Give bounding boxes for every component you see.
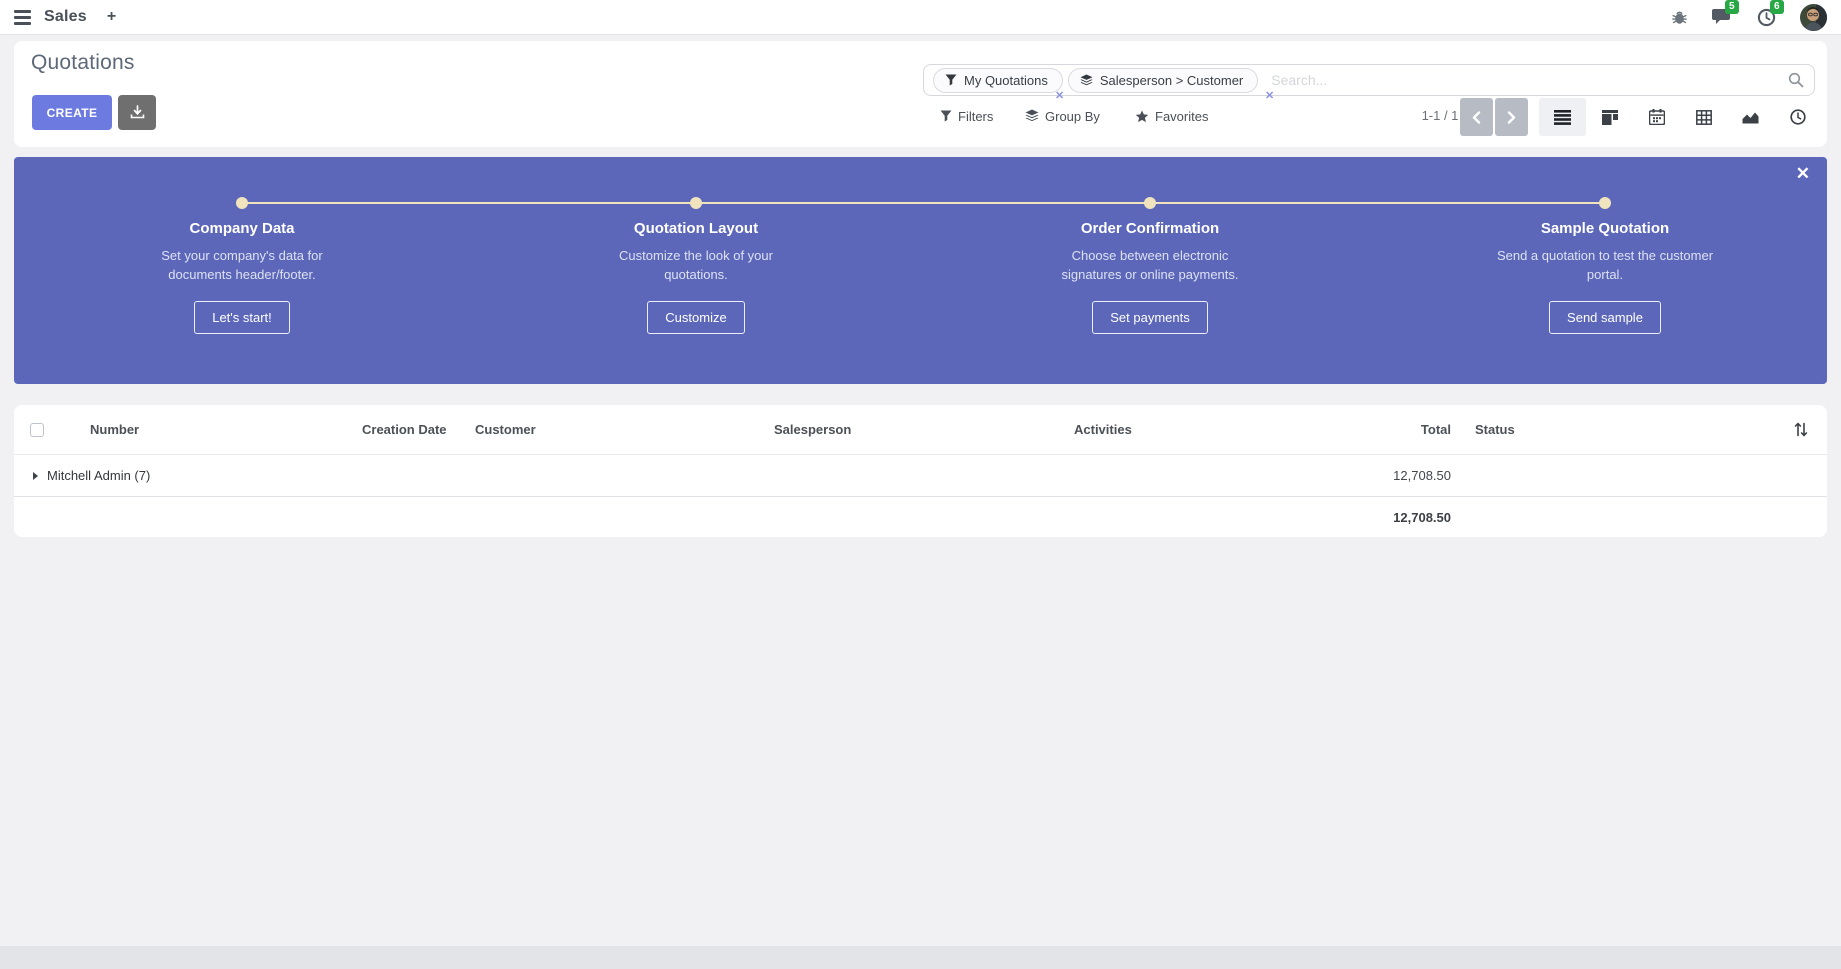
search-input[interactable]: Search... <box>1271 72 1788 88</box>
bottom-strip <box>0 946 1841 969</box>
onboarding-banner: ✕ Company Data Set your company's data f… <box>14 157 1827 384</box>
debug-bug-icon[interactable] <box>1671 9 1688 26</box>
activity-view-button[interactable] <box>1774 98 1821 136</box>
activities-badge: 6 <box>1770 0 1784 14</box>
lets-start-button[interactable]: Let's start! <box>194 301 290 334</box>
select-all-checkbox[interactable] <box>30 423 44 437</box>
column-header-customer[interactable]: Customer <box>475 422 774 437</box>
group-by-label: Group By <box>1045 109 1100 124</box>
star-icon <box>1135 110 1149 123</box>
app-name[interactable]: Sales <box>44 8 87 26</box>
list-header-row: Number Creation Date Customer Salesperso… <box>14 405 1827 455</box>
column-header-activities[interactable]: Activities <box>1074 422 1374 437</box>
top-navbar: Sales + 5 6 <box>0 0 1841 35</box>
customize-button[interactable]: Customize <box>647 301 744 334</box>
quotations-list: Number Creation Date Customer Salesperso… <box>14 405 1827 537</box>
pivot-view-button[interactable] <box>1680 98 1727 136</box>
optional-columns-button[interactable] <box>1775 422 1827 437</box>
search-icon[interactable] <box>1788 72 1804 88</box>
download-icon <box>130 105 145 120</box>
column-header-salesperson[interactable]: Salesperson <box>774 422 1074 437</box>
send-sample-button[interactable]: Send sample <box>1549 301 1661 334</box>
group-row-mitchell-admin[interactable]: Mitchell Admin (7) 12,708.50 <box>14 455 1827 497</box>
search-facet-my-quotations[interactable]: My Quotations <box>933 68 1063 93</box>
favorites-menu[interactable]: Favorites <box>1135 104 1208 128</box>
list-view-button[interactable] <box>1539 98 1586 136</box>
pager-next-button[interactable] <box>1495 98 1528 136</box>
apps-menu-icon[interactable] <box>14 10 31 25</box>
onboarding-step-sample-quotation: Sample Quotation Send a quotation to tes… <box>1465 220 1745 334</box>
graph-view-button[interactable] <box>1727 98 1774 136</box>
facet-label: My Quotations <box>964 73 1048 88</box>
onboarding-step-order-confirmation: Order Confirmation Choose between electr… <box>1010 220 1290 334</box>
group-total: 12,708.50 <box>1374 468 1451 483</box>
step-description: Customize the look of your quotations. <box>586 247 806 285</box>
page-title: Quotations <box>31 51 135 75</box>
group-toggle[interactable]: Mitchell Admin (7) <box>14 468 1374 483</box>
column-header-number[interactable]: Number <box>70 422 362 437</box>
list-footer-row: 12,708.50 <box>14 497 1827 537</box>
step-title: Sample Quotation <box>1465 220 1745 237</box>
step-marker <box>236 197 248 209</box>
filters-label: Filters <box>958 109 993 124</box>
step-title: Company Data <box>102 220 382 237</box>
activities-clock-icon[interactable]: 6 <box>1757 8 1776 27</box>
plus-icon[interactable]: + <box>107 9 116 25</box>
column-header-creation-date[interactable]: Creation Date <box>362 422 475 437</box>
facet-remove-icon[interactable]: ✕ <box>1055 89 1064 102</box>
layers-icon <box>1080 74 1093 87</box>
pager-previous-button[interactable] <box>1460 98 1493 136</box>
filters-menu[interactable]: Filters <box>940 104 993 128</box>
onboarding-progress-line <box>242 202 1605 204</box>
step-marker <box>1144 197 1156 209</box>
step-title: Order Confirmation <box>1010 220 1290 237</box>
onboarding-step-company-data: Company Data Set your company's data for… <box>102 220 382 334</box>
footer-total: 12,708.50 <box>1374 510 1451 525</box>
search-bar[interactable]: My Quotations Salesperson > Customer Sea… <box>923 64 1815 96</box>
messages-badge: 5 <box>1725 0 1739 14</box>
banner-close-icon[interactable]: ✕ <box>1796 165 1810 182</box>
step-title: Quotation Layout <box>556 220 836 237</box>
export-button[interactable] <box>118 95 156 130</box>
facet-remove-icon[interactable]: ✕ <box>1265 89 1274 102</box>
layers-icon <box>1025 109 1039 123</box>
control-panel: Quotations CREATE My Quotations Salesper… <box>14 41 1827 147</box>
step-marker <box>1599 197 1611 209</box>
column-header-total[interactable]: Total <box>1374 422 1451 437</box>
step-description: Choose between electronic signatures or … <box>1040 247 1260 285</box>
sliders-icon <box>1794 422 1808 437</box>
search-facet-groupby[interactable]: Salesperson > Customer <box>1068 68 1258 93</box>
filter-icon <box>940 110 952 122</box>
group-label: Mitchell Admin (7) <box>47 468 150 483</box>
facet-label: Salesperson > Customer <box>1100 73 1243 88</box>
messages-icon[interactable]: 5 <box>1712 8 1733 26</box>
user-avatar[interactable] <box>1800 4 1827 31</box>
view-switcher <box>1539 98 1821 136</box>
column-header-status[interactable]: Status <box>1475 422 1775 437</box>
favorites-label: Favorites <box>1155 109 1208 124</box>
step-marker <box>690 197 702 209</box>
filter-icon <box>945 74 957 86</box>
caret-right-icon <box>33 472 38 480</box>
group-by-menu[interactable]: Group By <box>1025 104 1100 128</box>
set-payments-button[interactable]: Set payments <box>1092 301 1208 334</box>
onboarding-step-quotation-layout: Quotation Layout Customize the look of y… <box>556 220 836 334</box>
step-description: Set your company's data for documents he… <box>132 247 352 285</box>
create-button[interactable]: CREATE <box>32 95 112 130</box>
kanban-view-button[interactable] <box>1586 98 1633 136</box>
step-description: Send a quotation to test the customer po… <box>1495 247 1715 285</box>
calendar-view-button[interactable] <box>1633 98 1680 136</box>
